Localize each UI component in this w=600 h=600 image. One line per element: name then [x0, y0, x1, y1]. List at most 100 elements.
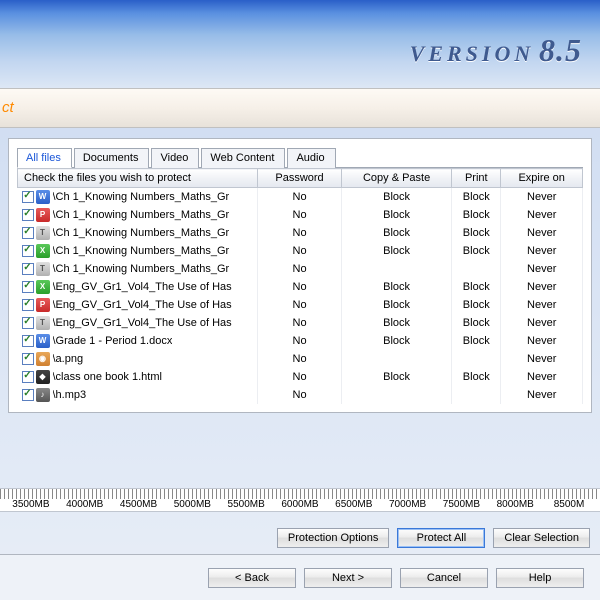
file-cell[interactable]: ◆\class one book 1.html	[18, 368, 258, 386]
file-cell[interactable]: P\Ch 1_Knowing Numbers_Maths_Gr 1...	[18, 206, 258, 224]
table-row[interactable]: ◉\a.pngNoNever	[18, 350, 583, 368]
col-print[interactable]: Print	[452, 169, 501, 188]
file-name: \Ch 1_Knowing Numbers_Maths_Gr 1...	[53, 209, 233, 221]
cell-expire: Never	[501, 350, 583, 368]
file-checkbox[interactable]	[22, 335, 34, 347]
action-button-row: Protection Options Protect All Clear Sel…	[0, 528, 600, 548]
size-timeline: 3500MB4000MB4500MB5000MB5500MB6000MB6500…	[0, 488, 600, 512]
table-row[interactable]: T\Eng_GV_Gr1_Vol4_The Use of Has and...N…	[18, 314, 583, 332]
file-cell[interactable]: W\Grade 1 - Period 1.docx	[18, 332, 258, 350]
cell-password: No	[258, 368, 342, 386]
help-button[interactable]: Help	[496, 568, 584, 588]
table-row[interactable]: W\Grade 1 - Period 1.docxNoBlockBlockNev…	[18, 332, 583, 350]
file-checkbox[interactable]	[22, 389, 34, 401]
cell-print: Block	[452, 314, 501, 332]
table-row[interactable]: X\Ch 1_Knowing Numbers_Maths_Gr 1...NoBl…	[18, 242, 583, 260]
tab-all-files[interactable]: All files	[17, 148, 72, 168]
file-type-icon: X	[36, 280, 50, 294]
cell-expire: Never	[501, 260, 583, 278]
tab-video[interactable]: Video	[151, 148, 199, 168]
cell-password: No	[258, 332, 342, 350]
cell-expire: Never	[501, 242, 583, 260]
cell-copy	[342, 350, 452, 368]
file-checkbox[interactable]	[22, 245, 34, 257]
cell-copy: Block	[342, 206, 452, 224]
tab-bar: All filesDocumentsVideoWeb ContentAudio	[17, 147, 583, 168]
file-cell[interactable]: T\Ch 1_Knowing Numbers_Maths_Gr 1...	[18, 260, 258, 278]
table-row[interactable]: ◆\class one book 1.htmlNoBlockBlockNever	[18, 368, 583, 386]
file-cell[interactable]: P\Eng_GV_Gr1_Vol4_The Use of Has and...	[18, 296, 258, 314]
protection-options-button[interactable]: Protection Options	[277, 528, 390, 548]
col-file[interactable]: Check the files you wish to protect	[18, 169, 258, 188]
file-cell[interactable]: T\Ch 1_Knowing Numbers_Maths_Gr 1...	[18, 224, 258, 242]
version-word: VERSION	[410, 41, 535, 66]
file-cell[interactable]: W\Ch 1_Knowing Numbers_Maths_Gr 1...	[18, 188, 258, 207]
timeline-tick-label: 8500M	[542, 499, 596, 510]
table-row[interactable]: X\Eng_GV_Gr1_Vol4_The Use of Has and...N…	[18, 278, 583, 296]
cell-password: No	[258, 350, 342, 368]
cell-password: No	[258, 278, 342, 296]
cell-expire: Never	[501, 188, 583, 207]
wizard-button-bar: < Back Next > Cancel Help	[0, 554, 600, 600]
cancel-button[interactable]: Cancel	[400, 568, 488, 588]
table-row[interactable]: T\Ch 1_Knowing Numbers_Maths_Gr 1...NoBl…	[18, 224, 583, 242]
back-button[interactable]: < Back	[208, 568, 296, 588]
cell-copy	[342, 260, 452, 278]
table-row[interactable]: W\Ch 1_Knowing Numbers_Maths_Gr 1...NoBl…	[18, 188, 583, 207]
cell-expire: Never	[501, 314, 583, 332]
file-type-icon: ♪	[36, 388, 50, 402]
file-cell[interactable]: T\Eng_GV_Gr1_Vol4_The Use of Has and...	[18, 314, 258, 332]
timeline-ticks	[0, 489, 600, 499]
file-type-icon: P	[36, 208, 50, 222]
file-checkbox[interactable]	[22, 371, 34, 383]
table-row[interactable]: P\Eng_GV_Gr1_Vol4_The Use of Has and... N…	[18, 296, 583, 314]
cell-print: Block	[452, 296, 501, 314]
file-checkbox[interactable]	[22, 191, 34, 203]
file-checkbox[interactable]	[22, 227, 34, 239]
col-copy[interactable]: Copy & Paste	[342, 169, 452, 188]
section-title: ct	[0, 88, 600, 128]
cell-password: No	[258, 206, 342, 224]
cell-copy: Block	[342, 278, 452, 296]
file-checkbox[interactable]	[22, 317, 34, 329]
file-checkbox[interactable]	[22, 263, 34, 275]
col-password[interactable]: Password	[258, 169, 342, 188]
file-checkbox[interactable]	[22, 299, 34, 311]
cell-copy: Block	[342, 314, 452, 332]
tab-web-content[interactable]: Web Content	[201, 148, 285, 168]
cell-copy	[342, 386, 452, 404]
version-number: 8.5	[539, 32, 582, 68]
cell-print: Block	[452, 206, 501, 224]
file-cell[interactable]: ◉\a.png	[18, 350, 258, 368]
file-cell[interactable]: ♪\h.mp3	[18, 386, 258, 404]
cell-password: No	[258, 242, 342, 260]
file-checkbox[interactable]	[22, 353, 34, 365]
next-button[interactable]: Next >	[304, 568, 392, 588]
timeline-tick-label: 5000MB	[165, 499, 219, 510]
table-row[interactable]: ♪\h.mp3No Never	[18, 386, 583, 404]
file-checkbox[interactable]	[22, 281, 34, 293]
file-checkbox[interactable]	[22, 209, 34, 221]
cell-copy: Block	[342, 188, 452, 207]
cell-expire: Never	[501, 224, 583, 242]
file-cell[interactable]: X\Ch 1_Knowing Numbers_Maths_Gr 1...	[18, 242, 258, 260]
file-cell[interactable]: X\Eng_GV_Gr1_Vol4_The Use of Has and...	[18, 278, 258, 296]
tab-documents[interactable]: Documents	[74, 148, 150, 168]
protect-all-button[interactable]: Protect All	[397, 528, 485, 548]
file-name: \a.png	[53, 353, 84, 365]
cell-expire: Never	[501, 296, 583, 314]
clear-selection-button[interactable]: Clear Selection	[493, 528, 590, 548]
timeline-tick-label: 3500MB	[4, 499, 58, 510]
header: VERSION 8.5	[0, 0, 600, 88]
col-expire[interactable]: Expire on	[501, 169, 583, 188]
table-header-row: Check the files you wish to protect Pass…	[18, 169, 583, 188]
file-name: \class one book 1.html	[53, 371, 162, 383]
cell-password: No	[258, 386, 342, 404]
table-row[interactable]: T\Ch 1_Knowing Numbers_Maths_Gr 1...NoNe…	[18, 260, 583, 278]
cell-expire: Never	[501, 386, 583, 404]
cell-password: No	[258, 314, 342, 332]
table-row[interactable]: P\Ch 1_Knowing Numbers_Maths_Gr 1...NoBl…	[18, 206, 583, 224]
cell-expire: Never	[501, 368, 583, 386]
file-type-icon: ◉	[36, 352, 50, 366]
tab-audio[interactable]: Audio	[287, 148, 335, 168]
